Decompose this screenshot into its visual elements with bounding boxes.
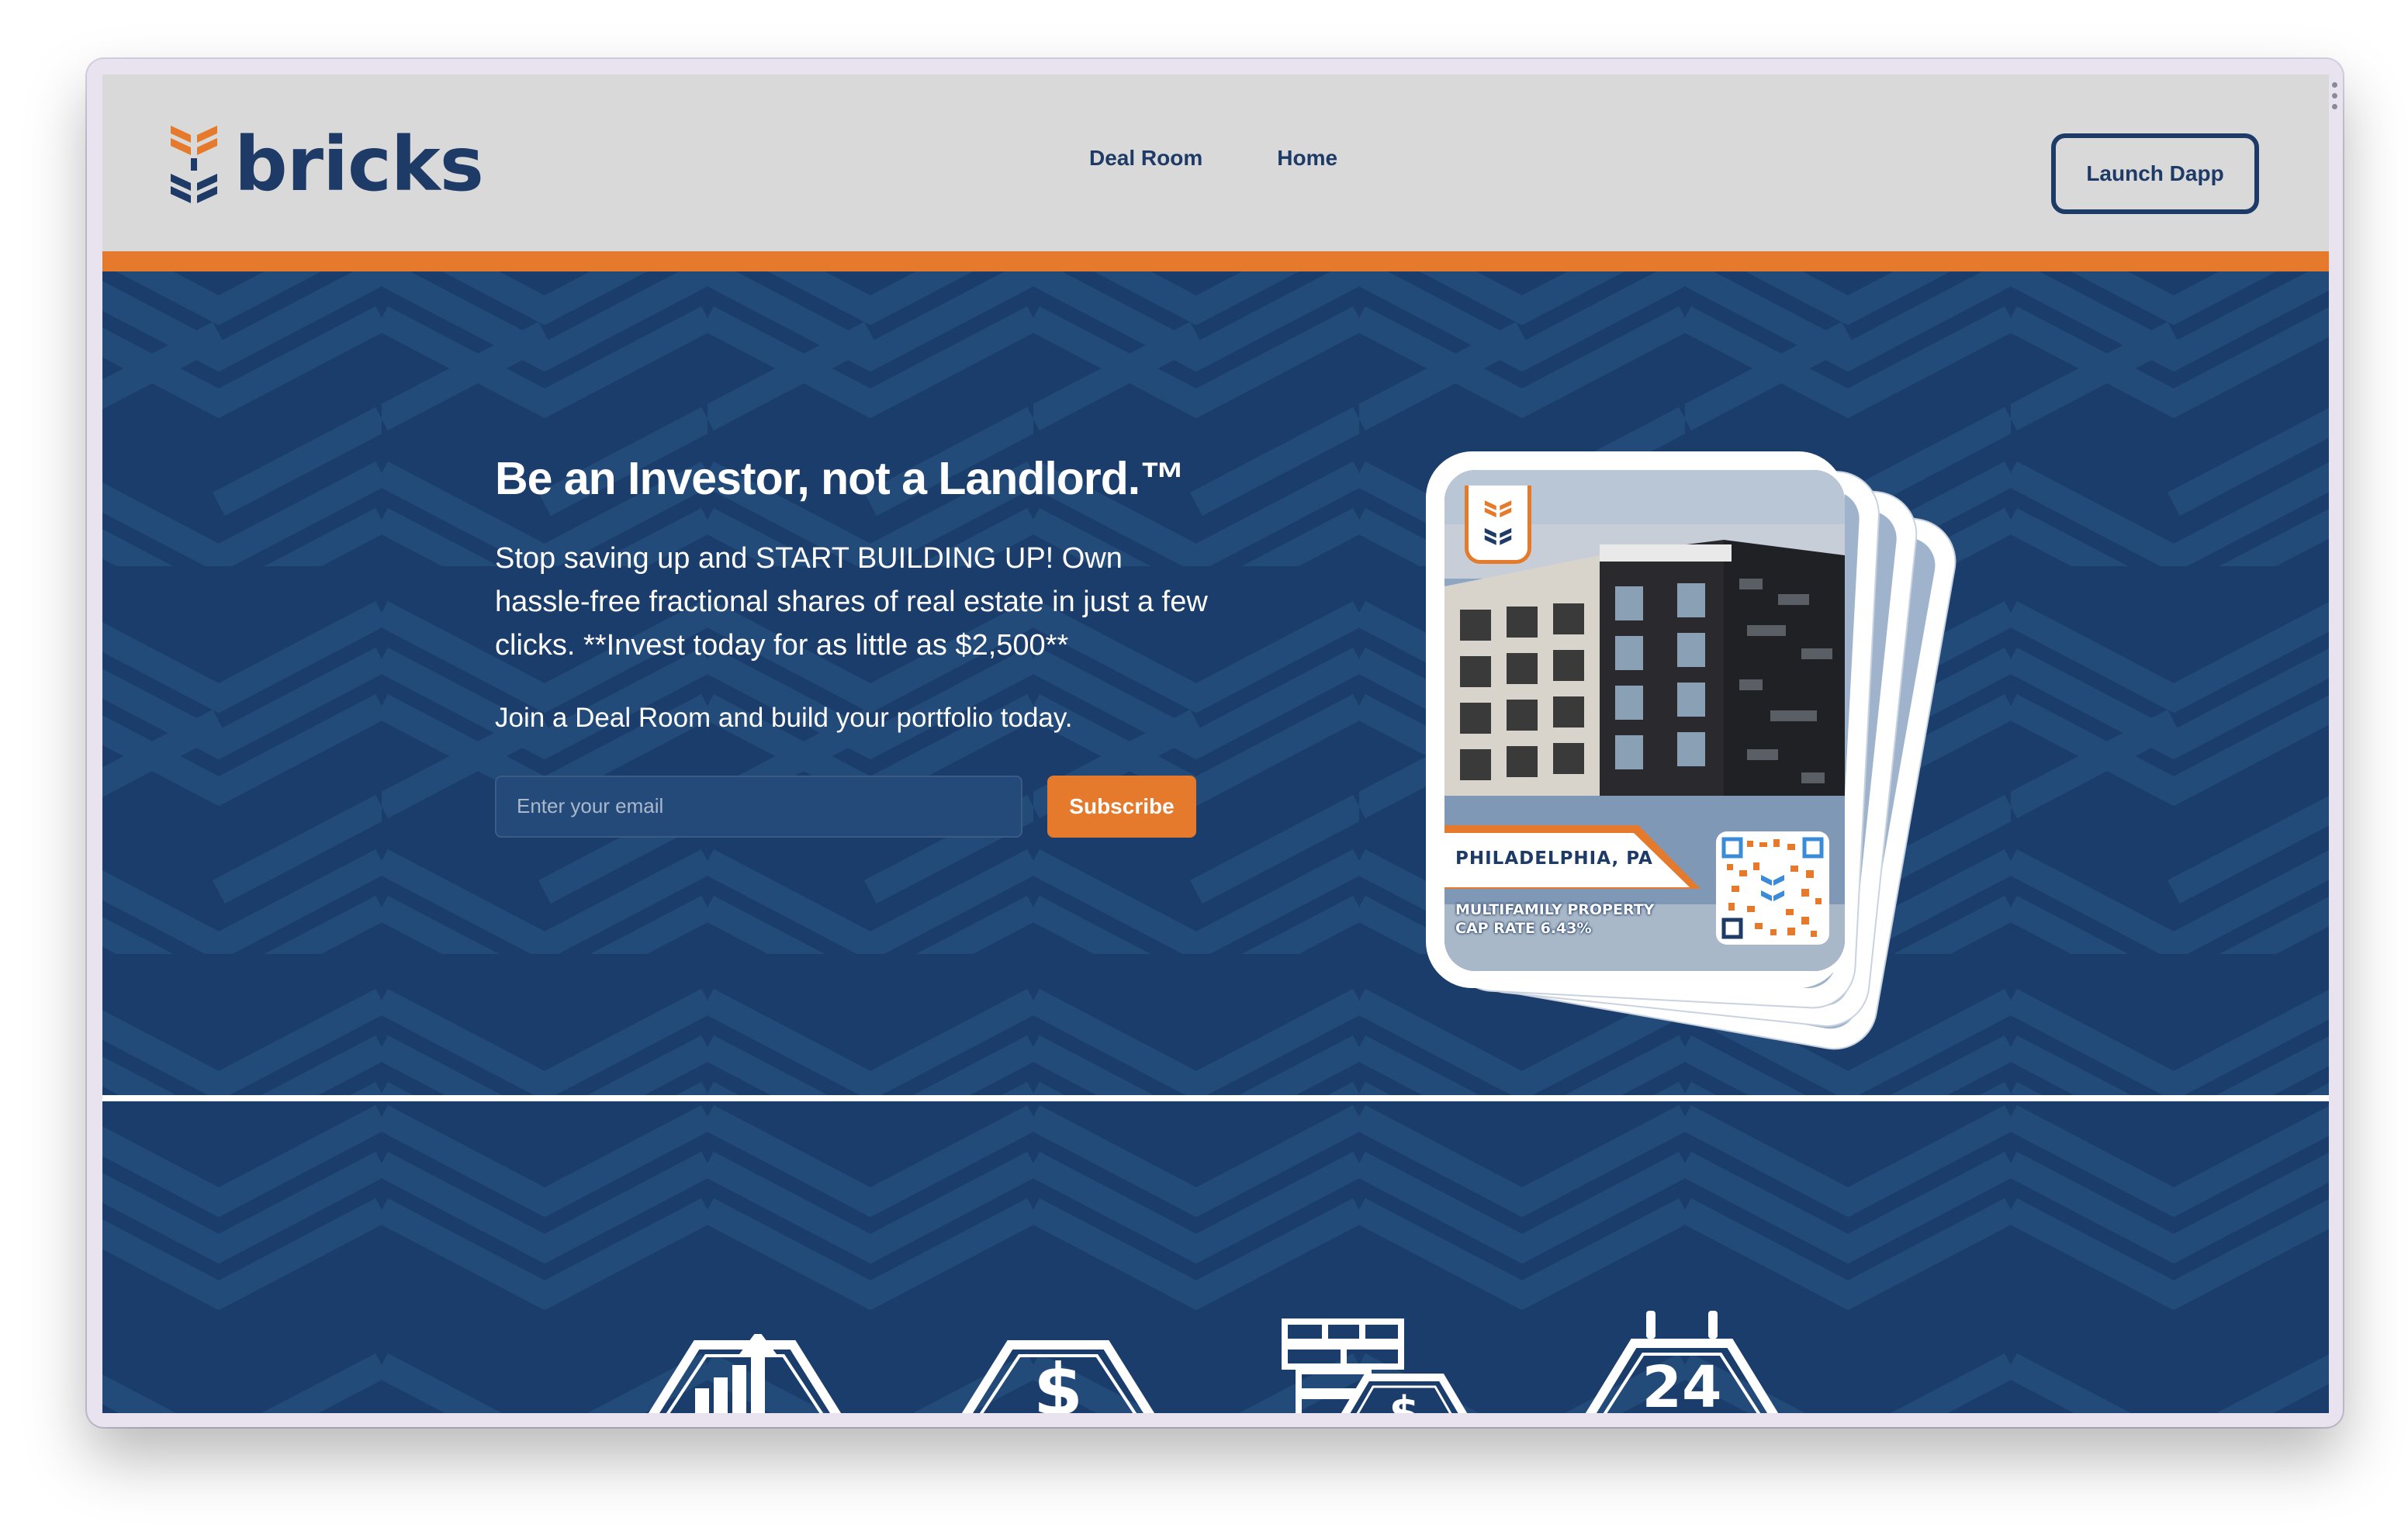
- hero-subtitle: Stop saving up and START BUILDING UP! Ow…: [495, 541, 1208, 662]
- property-photo: PHILADELPHIA, PA MULTIFAMILY PROPERTY CA…: [1444, 470, 1845, 971]
- launch-dapp-button[interactable]: Launch Dapp: [2051, 133, 2259, 214]
- site-header: bricks Deal Room Home Launch Dapp: [102, 74, 2329, 251]
- property-type-line: MULTIFAMILY PROPERTY: [1455, 901, 1655, 918]
- property-card[interactable]: PHILADELPHIA, PA MULTIFAMILY PROPERTY CA…: [1426, 451, 1845, 988]
- features-section: $ $ 24: [102, 1101, 2329, 1413]
- email-input[interactable]: [495, 775, 1022, 838]
- subscribe-button[interactable]: Subscribe: [1047, 775, 1196, 838]
- bricks-mini-logo-icon: [1484, 500, 1512, 545]
- feature-growth: [642, 1329, 847, 1413]
- brand-name: bricks: [234, 121, 484, 208]
- svg-text:$: $: [1389, 1388, 1420, 1413]
- nav-deal-room[interactable]: Deal Room: [1089, 146, 1202, 171]
- qr-code-icon: [1721, 837, 1824, 939]
- main-nav: Deal Room Home: [1089, 146, 1412, 171]
- svg-text:$: $: [1033, 1349, 1083, 1413]
- feature-bricks: $: [1282, 1318, 1483, 1413]
- bricks-dollar-icon: $: [1282, 1318, 1468, 1413]
- property-city: PHILADELPHIA, PA: [1455, 848, 1653, 869]
- brand-logo[interactable]: bricks: [168, 121, 484, 208]
- hero-content: Be an Investor, not a Landlord.™ Stop sa…: [495, 453, 1224, 838]
- more-options-icon[interactable]: [2332, 82, 2340, 115]
- feature-calendar: 24: [1579, 1311, 1784, 1413]
- header-accent-bar: [102, 251, 2329, 271]
- section-divider: [102, 1095, 2329, 1101]
- calendar-number: 24: [1642, 1354, 1722, 1413]
- feature-dollar: $: [956, 1334, 1161, 1413]
- property-type: MULTIFAMILY PROPERTY CAP RATE 6.43%: [1455, 900, 1654, 938]
- hero-title: Be an Investor, not a Landlord.™: [495, 453, 1185, 504]
- dollar-hexagon-icon: $: [961, 1340, 1155, 1413]
- subscribe-form: Subscribe: [495, 775, 1224, 838]
- hero-join-text: Join a Deal Room and build your portfoli…: [495, 702, 1073, 733]
- qr-code[interactable]: [1716, 831, 1829, 945]
- hero-section: Be an Investor, not a Landlord.™ Stop sa…: [102, 271, 2329, 1095]
- browser-window: bricks Deal Room Home Launch Dapp Be an …: [87, 59, 2343, 1427]
- bricks-logo-icon: [171, 126, 217, 203]
- growth-chart-icon: [648, 1329, 842, 1413]
- property-card-stack[interactable]: PHILADELPHIA, PA MULTIFAMILY PROPERTY CA…: [1426, 451, 1984, 1057]
- nav-home[interactable]: Home: [1277, 146, 1337, 171]
- calendar-24-icon: 24: [1585, 1311, 1779, 1413]
- card-logo-badge: [1465, 486, 1531, 564]
- chevron-background-pattern-lower: [102, 1101, 2329, 1413]
- property-cap-rate: CAP RATE 6.43%: [1455, 920, 1592, 937]
- page-viewport: bricks Deal Room Home Launch Dapp Be an …: [102, 74, 2329, 1413]
